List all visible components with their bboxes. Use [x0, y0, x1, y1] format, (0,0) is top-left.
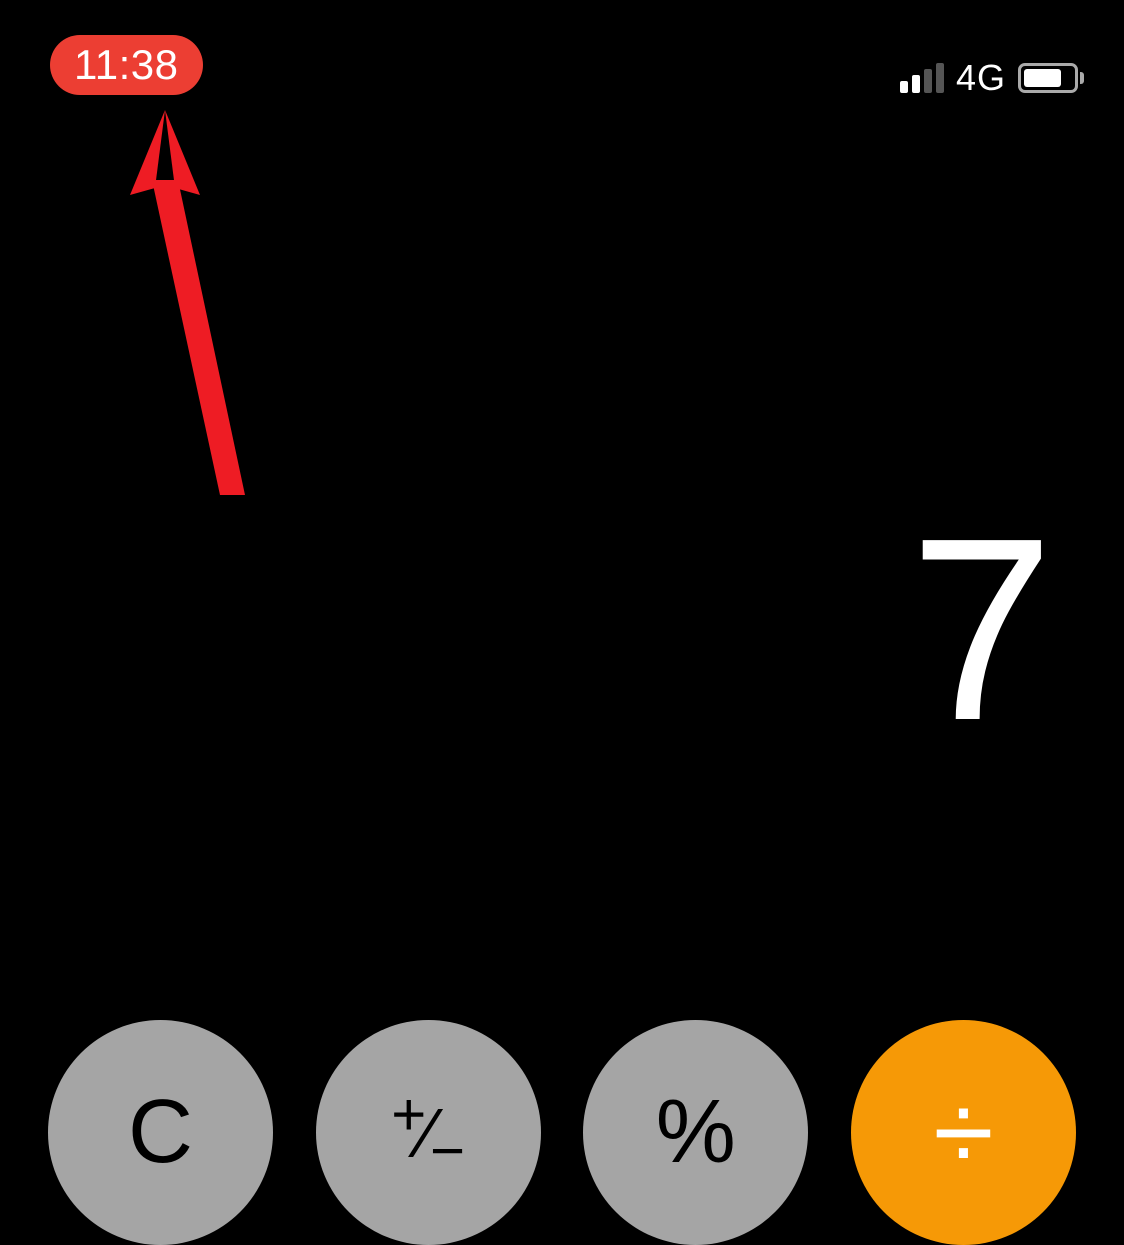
clear-button[interactable]: C — [48, 1020, 273, 1245]
battery-icon — [1018, 63, 1084, 93]
calculator-button-row: C + ⁄ − % ÷ — [0, 1020, 1124, 1245]
status-bar-right: 4G — [900, 57, 1084, 99]
display-value: 7 — [50, 500, 1054, 760]
network-type-label: 4G — [956, 57, 1006, 99]
calculator-display: 7 — [50, 500, 1054, 760]
plus-minus-button[interactable]: + ⁄ − — [316, 1020, 541, 1245]
divide-icon: ÷ — [933, 1069, 993, 1196]
percent-button[interactable]: % — [583, 1020, 808, 1245]
percent-label: % — [656, 1081, 736, 1184]
time-pill-recording[interactable]: 11:38 — [50, 35, 203, 95]
plus-minus-icon: + ⁄ − — [391, 1093, 465, 1173]
clear-label: C — [128, 1081, 193, 1184]
divide-button[interactable]: ÷ — [851, 1020, 1076, 1245]
status-bar: 11:38 4G — [0, 0, 1124, 100]
annotation-arrow-icon — [125, 100, 285, 500]
cellular-signal-icon — [900, 63, 944, 93]
